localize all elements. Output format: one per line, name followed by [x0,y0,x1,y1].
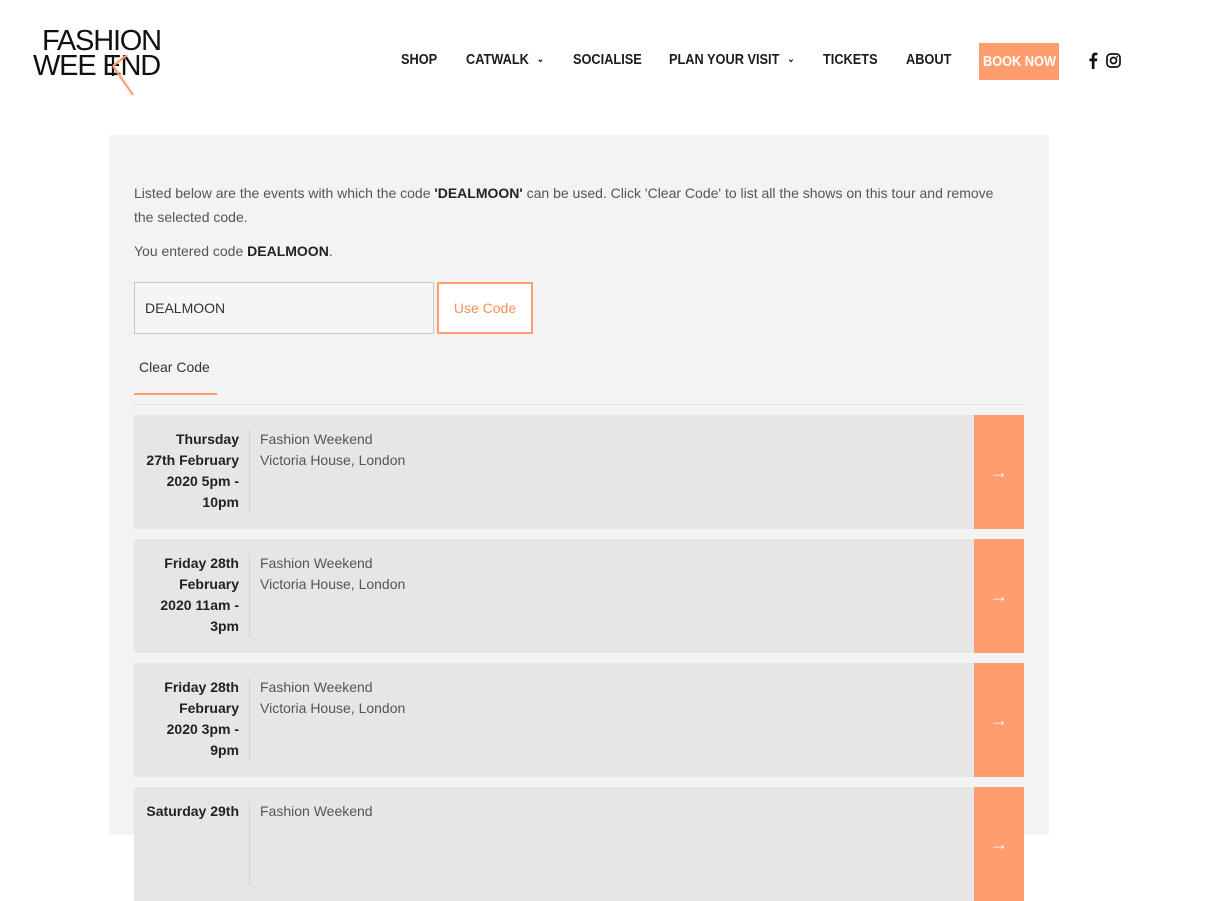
event-date: Friday 28th February 2020 11am - 3pm [134,553,239,637]
event-book-button[interactable]: → [974,663,1024,777]
nav-socialise[interactable]: SOCIALISE [573,52,642,68]
date-line: 2020 3pm - [166,721,239,737]
promo-code-panel: Listed below are the events with which t… [109,135,1049,901]
event-separator [249,429,250,513]
date-line: Saturday 29th [146,803,239,819]
arrow-right-icon: → [990,833,1008,854]
logo-line-2: WEE END [33,50,161,82]
entered-code-text: You entered code DEALMOON. [134,243,333,259]
chevron-down-icon: ⌄ [536,54,545,65]
entered-suffix: . [328,243,333,259]
book-now-label: BOOK NOW [982,53,1056,70]
entered-prefix: You entered code [134,243,248,259]
chevron-down-icon: ⌄ [787,54,795,65]
date-line: 9pm [210,742,239,758]
date-line: February [179,576,239,592]
divider [134,404,1024,405]
event-book-button[interactable]: → [974,415,1024,529]
arrow-right-icon: → [990,585,1008,606]
event-venue: Victoria House, London [260,576,406,592]
nav-plan-your-visit[interactable]: PLAN YOUR VISIT ⌄ [669,52,795,68]
date-line: 2020 11am - [160,597,239,613]
arrow-right-icon: → [990,709,1008,730]
event-row: Friday 28th February 2020 11am - 3pm Fas… [134,539,1024,653]
date-line: Thursday [175,431,239,447]
use-code-button[interactable]: Use Code [437,282,533,334]
nav-tickets[interactable]: TICKETS [823,52,878,68]
event-name: Fashion Weekend [260,679,373,695]
event-name: Fashion Weekend [260,431,373,447]
event-separator [249,677,250,761]
event-venue: Victoria House, London [260,452,406,468]
event-name: Fashion Weekend [260,555,373,571]
event-date: Thursday 27th February 2020 5pm - 10pm [134,429,239,513]
nav-about[interactable]: ABOUT [906,52,951,68]
promo-intro-text: Listed below are the events with which t… [134,181,994,229]
nav-catwalk-label: CATWALK [466,52,529,68]
date-line: Friday 28th [164,679,239,695]
date-line: 3pm [210,618,239,634]
event-date: Saturday 29th [134,801,239,822]
event-separator [249,553,250,637]
date-line: 10pm [202,494,239,510]
clear-code-tab[interactable]: Clear Code [134,355,217,395]
nav-plan-your-visit-label: PLAN YOUR VISIT [669,52,780,68]
intro-before: Listed below are the events with which t… [134,185,435,201]
event-book-button[interactable]: → [974,787,1024,901]
nav-shop[interactable]: SHOP [401,52,437,68]
entered-code: DEALMOON [247,243,329,259]
date-line: 27th February [146,452,239,468]
nav-catwalk[interactable]: CATWALK ⌄ [466,52,544,68]
book-now-button[interactable]: BOOK NOW [979,43,1059,80]
intro-code: 'DEALMOON' [434,185,523,201]
event-row: Saturday 29th Fashion Weekend → [134,787,1024,901]
clear-code-label: Clear Code [139,359,210,375]
date-line: 2020 5pm - [166,473,239,489]
date-line: Friday 28th [164,555,239,571]
logo-k-mark [111,54,134,96]
arrow-right-icon: → [990,461,1008,482]
fashion-weekend-logo[interactable]: FASHION WEE END [33,27,193,97]
facebook-icon[interactable] [1088,52,1098,69]
instagram-icon[interactable] [1106,53,1121,68]
event-venue: Victoria House, London [260,700,406,716]
event-book-button[interactable]: → [974,539,1024,653]
promo-code-input[interactable] [134,282,434,334]
event-date: Friday 28th February 2020 3pm - 9pm [134,677,239,761]
event-row: Friday 28th February 2020 3pm - 9pm Fash… [134,663,1024,777]
event-name: Fashion Weekend [260,803,373,819]
event-row: Thursday 27th February 2020 5pm - 10pm F… [134,415,1024,529]
event-separator [249,801,250,885]
date-line: February [179,700,239,716]
